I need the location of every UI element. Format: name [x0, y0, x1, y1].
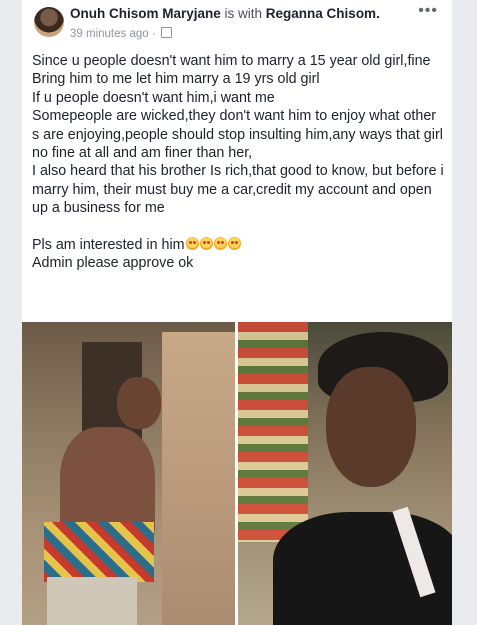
legs-shape — [47, 577, 137, 625]
heart-eyes-emoji-icon — [227, 236, 241, 250]
privacy-icon[interactable] — [160, 27, 172, 38]
post-photo-woman[interactable] — [238, 322, 452, 625]
with-text: is with — [220, 6, 266, 21]
post-time[interactable]: 39 minutes ago · — [70, 28, 156, 40]
post-line: Since u people doesn't want him to marry… — [32, 53, 431, 69]
post-text: Since u people doesn't want him to marry… — [32, 52, 444, 272]
background-shelf-shape — [238, 322, 308, 542]
more-options-icon[interactable]: ••• — [418, 2, 438, 20]
heart-eyes-emoji-icon — [213, 236, 227, 250]
post-line: If u people doesn't want him,i want me — [32, 89, 275, 106]
post-meta: 39 minutes ago · — [70, 27, 172, 40]
post-card: Onuh Chisom Maryjane is with Reganna Chi… — [22, 0, 452, 625]
author-line: Onuh Chisom Maryjane is with Reganna Chi… — [70, 6, 410, 21]
post-line: Somepeople are wicked,they don't want hi… — [32, 108, 443, 162]
wall-shape — [162, 332, 235, 625]
post-line: Bring him to me let him marry a 19 yrs o… — [32, 71, 320, 88]
face-shape — [326, 367, 416, 487]
author-avatar[interactable] — [34, 7, 64, 37]
post-header: Onuh Chisom Maryjane is with Reganna Chi… — [22, 0, 452, 46]
head-shape — [117, 377, 161, 429]
interest-text: Pls am interested in him — [32, 236, 185, 253]
wrapper-cloth-shape — [44, 522, 154, 582]
heart-eyes-emoji-icon — [185, 236, 199, 250]
author-name[interactable]: Onuh Chisom Maryjane — [70, 6, 221, 21]
post-photo-man[interactable] — [22, 322, 235, 625]
post-line-interest: Pls am interested in him — [32, 236, 444, 254]
post-line-admin: Admin please approve ok — [32, 255, 194, 272]
tagged-name[interactable]: Reganna Chisom. — [266, 6, 380, 21]
post-line: I also heard that his brother Is rich,th… — [32, 163, 444, 217]
heart-eyes-emoji-icon — [199, 236, 213, 250]
